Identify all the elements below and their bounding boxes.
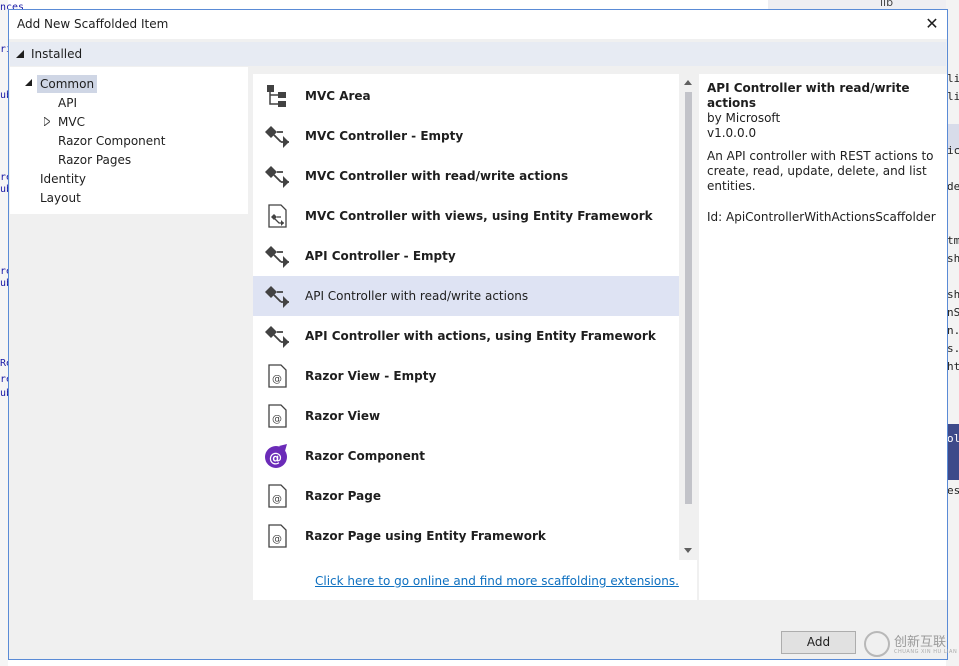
template-label: Razor Page [305, 489, 381, 503]
controller-icon [265, 286, 289, 308]
blazor-icon: @ [265, 444, 287, 468]
svg-text:@: @ [272, 534, 282, 545]
template-item[interactable]: @ Razor Page [253, 476, 679, 516]
bg-fragment: sht [947, 252, 959, 265]
watermark-subtext: CHUANG XIN HU LIAN [894, 649, 958, 655]
controller-icon [265, 326, 289, 348]
template-label: API Controller with read/write actions [305, 289, 529, 303]
template-label: MVC Controller with read/write actions [305, 169, 569, 183]
template-list-scrollbar[interactable] [680, 74, 697, 560]
scroll-up-arrow-icon[interactable] [684, 80, 692, 85]
tree-item-identity[interactable]: Identity [37, 170, 89, 188]
razor-view-icon: @ [268, 364, 287, 388]
online-extensions-link[interactable]: Click here to go online and find more sc… [315, 574, 679, 588]
template-label: Razor Page using Entity Framework [305, 529, 546, 543]
template-item[interactable]: @ Razor View - Empty [253, 356, 679, 396]
bg-fragment: n.c [947, 324, 959, 337]
template-item[interactable]: MVC Controller with views, using Entity … [253, 196, 679, 236]
razor-page-icon: @ [268, 484, 287, 508]
details-author: by Microsoft [707, 111, 781, 125]
bg-fragment: tm [947, 234, 959, 247]
details-panel: API Controller with read/write actions b… [699, 74, 947, 600]
collapse-triangle-icon [16, 50, 24, 58]
area-icon [267, 85, 286, 107]
template-label: API Controller - Empty [305, 249, 456, 263]
controller-icon [265, 126, 289, 148]
category-tree: Common API MVC Razor Component Razor Pag… [10, 67, 248, 214]
controller-icon [265, 246, 289, 268]
bg-fragment: de [947, 180, 959, 193]
template-item[interactable]: @ Razor View [253, 396, 679, 436]
template-item[interactable]: @ Razor Component [253, 436, 679, 476]
template-item[interactable]: MVC Area [253, 76, 679, 116]
template-label: Razor Component [305, 449, 426, 463]
template-item[interactable]: @ Razor Page using Entity Framework [253, 516, 679, 556]
online-link-area: Click here to go online and find more sc… [253, 560, 697, 600]
template-label: MVC Area [305, 89, 371, 103]
bg-fragment: lic [947, 72, 959, 85]
installed-label: Installed [31, 47, 83, 61]
bg-fragment: ht [947, 360, 959, 373]
svg-text:@: @ [269, 451, 282, 466]
template-label: Razor View - Empty [305, 369, 437, 383]
bg-folder-label: lib [880, 0, 894, 9]
dialog-footer: Add [9, 600, 947, 659]
template-item[interactable]: API Controller - Empty [253, 236, 679, 276]
template-label: Razor View [305, 409, 381, 423]
installed-header[interactable]: Installed [10, 42, 946, 66]
details-version: v1.0.0.0 [707, 126, 757, 140]
bg-fragment: olo [947, 432, 959, 445]
svg-text:@: @ [272, 414, 282, 425]
dialog-title: Add New Scaffolded Item [17, 17, 169, 31]
watermark-logo-icon [864, 631, 890, 657]
template-item-selected[interactable]: API Controller with read/write actions [253, 276, 679, 316]
template-item[interactable]: MVC Controller with read/write actions [253, 156, 679, 196]
add-scaffold-dialog: Add New Scaffolded Item ✕ Installed Comm… [8, 9, 948, 660]
bg-fragment: es [947, 484, 959, 497]
watermark-text: 创新互联 [894, 635, 947, 650]
template-item[interactable]: API Controller with actions, using Entit… [253, 316, 679, 356]
dialog-titlebar: Add New Scaffolded Item ✕ [9, 10, 947, 39]
details-id: Id: ApiControllerWithActionsScaffolder [707, 210, 936, 224]
scroll-thumb[interactable] [685, 92, 692, 504]
scroll-down-arrow-icon[interactable] [684, 548, 692, 553]
bg-fragment: ic [947, 144, 959, 157]
watermark-logo: 创新互联 CHUANG XIN HU LIAN [860, 627, 959, 663]
template-item[interactable]: MVC Controller - Empty [253, 116, 679, 156]
background-editor-left: nces ri ub re ub re ub Re re ub [0, 0, 24, 666]
tree-item-mvc[interactable]: MVC [55, 113, 88, 131]
collapsed-triangle-icon[interactable] [44, 117, 50, 126]
controller-views-icon [268, 204, 287, 228]
template-list: MVC Area MVC Controller - Empty MVC Cont… [253, 74, 679, 600]
bg-fragment: nS [947, 306, 959, 319]
template-label: MVC Controller - Empty [305, 129, 464, 143]
bg-fragment: s.c [947, 342, 959, 355]
bg-fragment: sh [947, 288, 959, 301]
expanded-triangle-icon[interactable] [25, 79, 33, 87]
tree-item-razor-component[interactable]: Razor Component [55, 132, 168, 150]
tree-item-razor-pages[interactable]: Razor Pages [55, 151, 134, 169]
tree-item-layout[interactable]: Layout [37, 189, 84, 207]
svg-text:@: @ [272, 494, 282, 505]
template-label: API Controller with actions, using Entit… [305, 329, 656, 343]
tree-item-common[interactable]: Common [37, 75, 98, 93]
add-button[interactable]: Add [781, 631, 856, 654]
svg-text:@: @ [272, 374, 282, 385]
background-solution-explorer-strip: lib [768, 0, 948, 9]
close-button[interactable]: ✕ [921, 13, 943, 35]
tree-item-api[interactable]: API [55, 94, 80, 112]
template-label: MVC Controller with views, using Entity … [305, 209, 653, 223]
razor-page-icon: @ [268, 524, 287, 548]
controller-icon [265, 166, 289, 188]
details-title: API Controller with read/write actions [707, 81, 910, 110]
details-description: An API controller with REST actions to c… [707, 149, 934, 193]
razor-view-icon: @ [268, 404, 287, 428]
bg-fragment: lic [947, 90, 959, 103]
